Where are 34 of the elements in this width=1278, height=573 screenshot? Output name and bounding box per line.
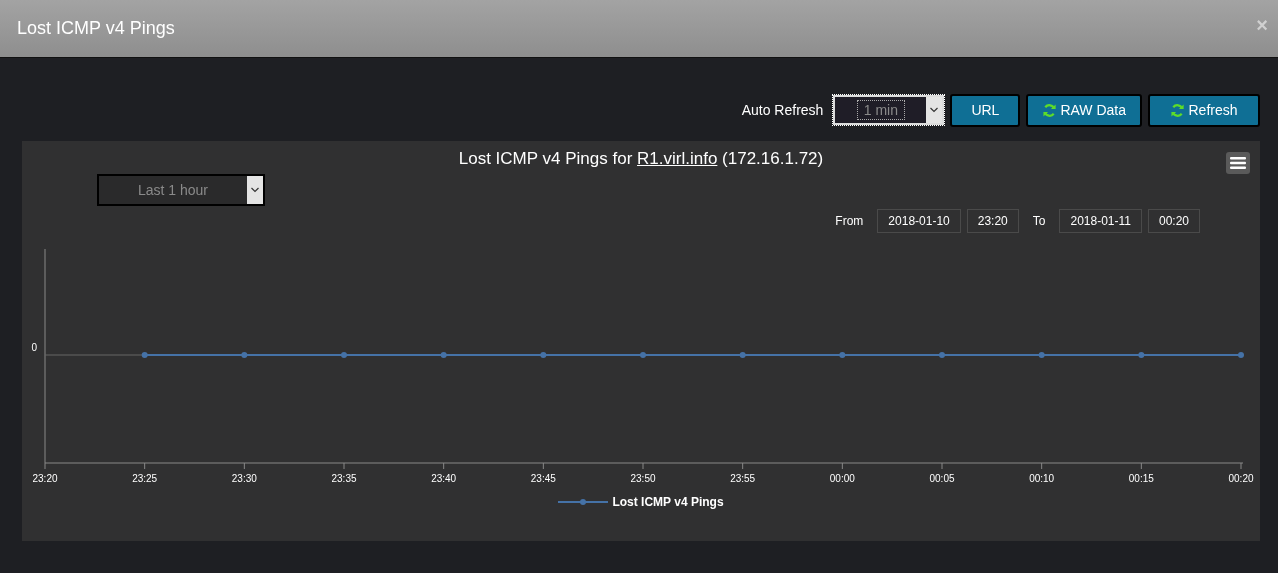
- x-tick-label: 00:10: [1029, 473, 1055, 484]
- caret-icon: [247, 176, 263, 204]
- x-tick-label: 00:05: [929, 473, 955, 484]
- to-label: To: [1032, 214, 1046, 228]
- auto-refresh-select[interactable]: 1 min: [833, 95, 945, 125]
- y-tick-label: 0: [31, 342, 37, 353]
- legend-marker-icon: [558, 498, 609, 506]
- x-tick-label: 23:30: [231, 473, 257, 484]
- x-tick-label: 00:00: [829, 473, 855, 484]
- x-tick-label: 23:40: [431, 473, 457, 484]
- toolbar-button[interactable]: Refresh: [1148, 93, 1260, 127]
- caret-icon: [926, 97, 943, 123]
- x-tick-label: 23:50: [630, 473, 656, 484]
- range-select[interactable]: Last 1 hour: [97, 174, 265, 206]
- legend-label[interactable]: Lost ICMP v4 Pings: [612, 495, 724, 509]
- toolbar-button[interactable]: RAW Data: [1026, 93, 1142, 127]
- to-time-field[interactable]: 00:20: [1147, 209, 1200, 233]
- auto-refresh-label: Auto Refresh: [741, 102, 824, 118]
- x-tick-label: 23:55: [730, 473, 756, 484]
- from-label: From: [835, 214, 864, 228]
- device-link[interactable]: R1.virl.info: [637, 149, 718, 168]
- x-tick-label: 23:35: [331, 473, 357, 484]
- x-tick-label: 23:25: [132, 473, 158, 484]
- window-title: Lost ICMP v4 Pings: [17, 18, 175, 39]
- from-date-field[interactable]: 2018-01-10: [877, 209, 961, 233]
- toolbar-button[interactable]: URL: [950, 93, 1021, 127]
- to-date-field[interactable]: 2018-01-11: [1059, 209, 1142, 233]
- menu-icon[interactable]: [1226, 152, 1250, 174]
- x-tick-label: 00:20: [1228, 473, 1254, 484]
- x-tick-label: 23:45: [530, 473, 556, 484]
- x-tick-label: 23:20: [32, 473, 58, 484]
- from-time-field[interactable]: 23:20: [966, 209, 1019, 233]
- x-tick-label: 00:15: [1128, 473, 1154, 484]
- chart-title: Lost ICMP v4 Pings for R1.virl.info (172.16.1.72): [458, 149, 824, 169]
